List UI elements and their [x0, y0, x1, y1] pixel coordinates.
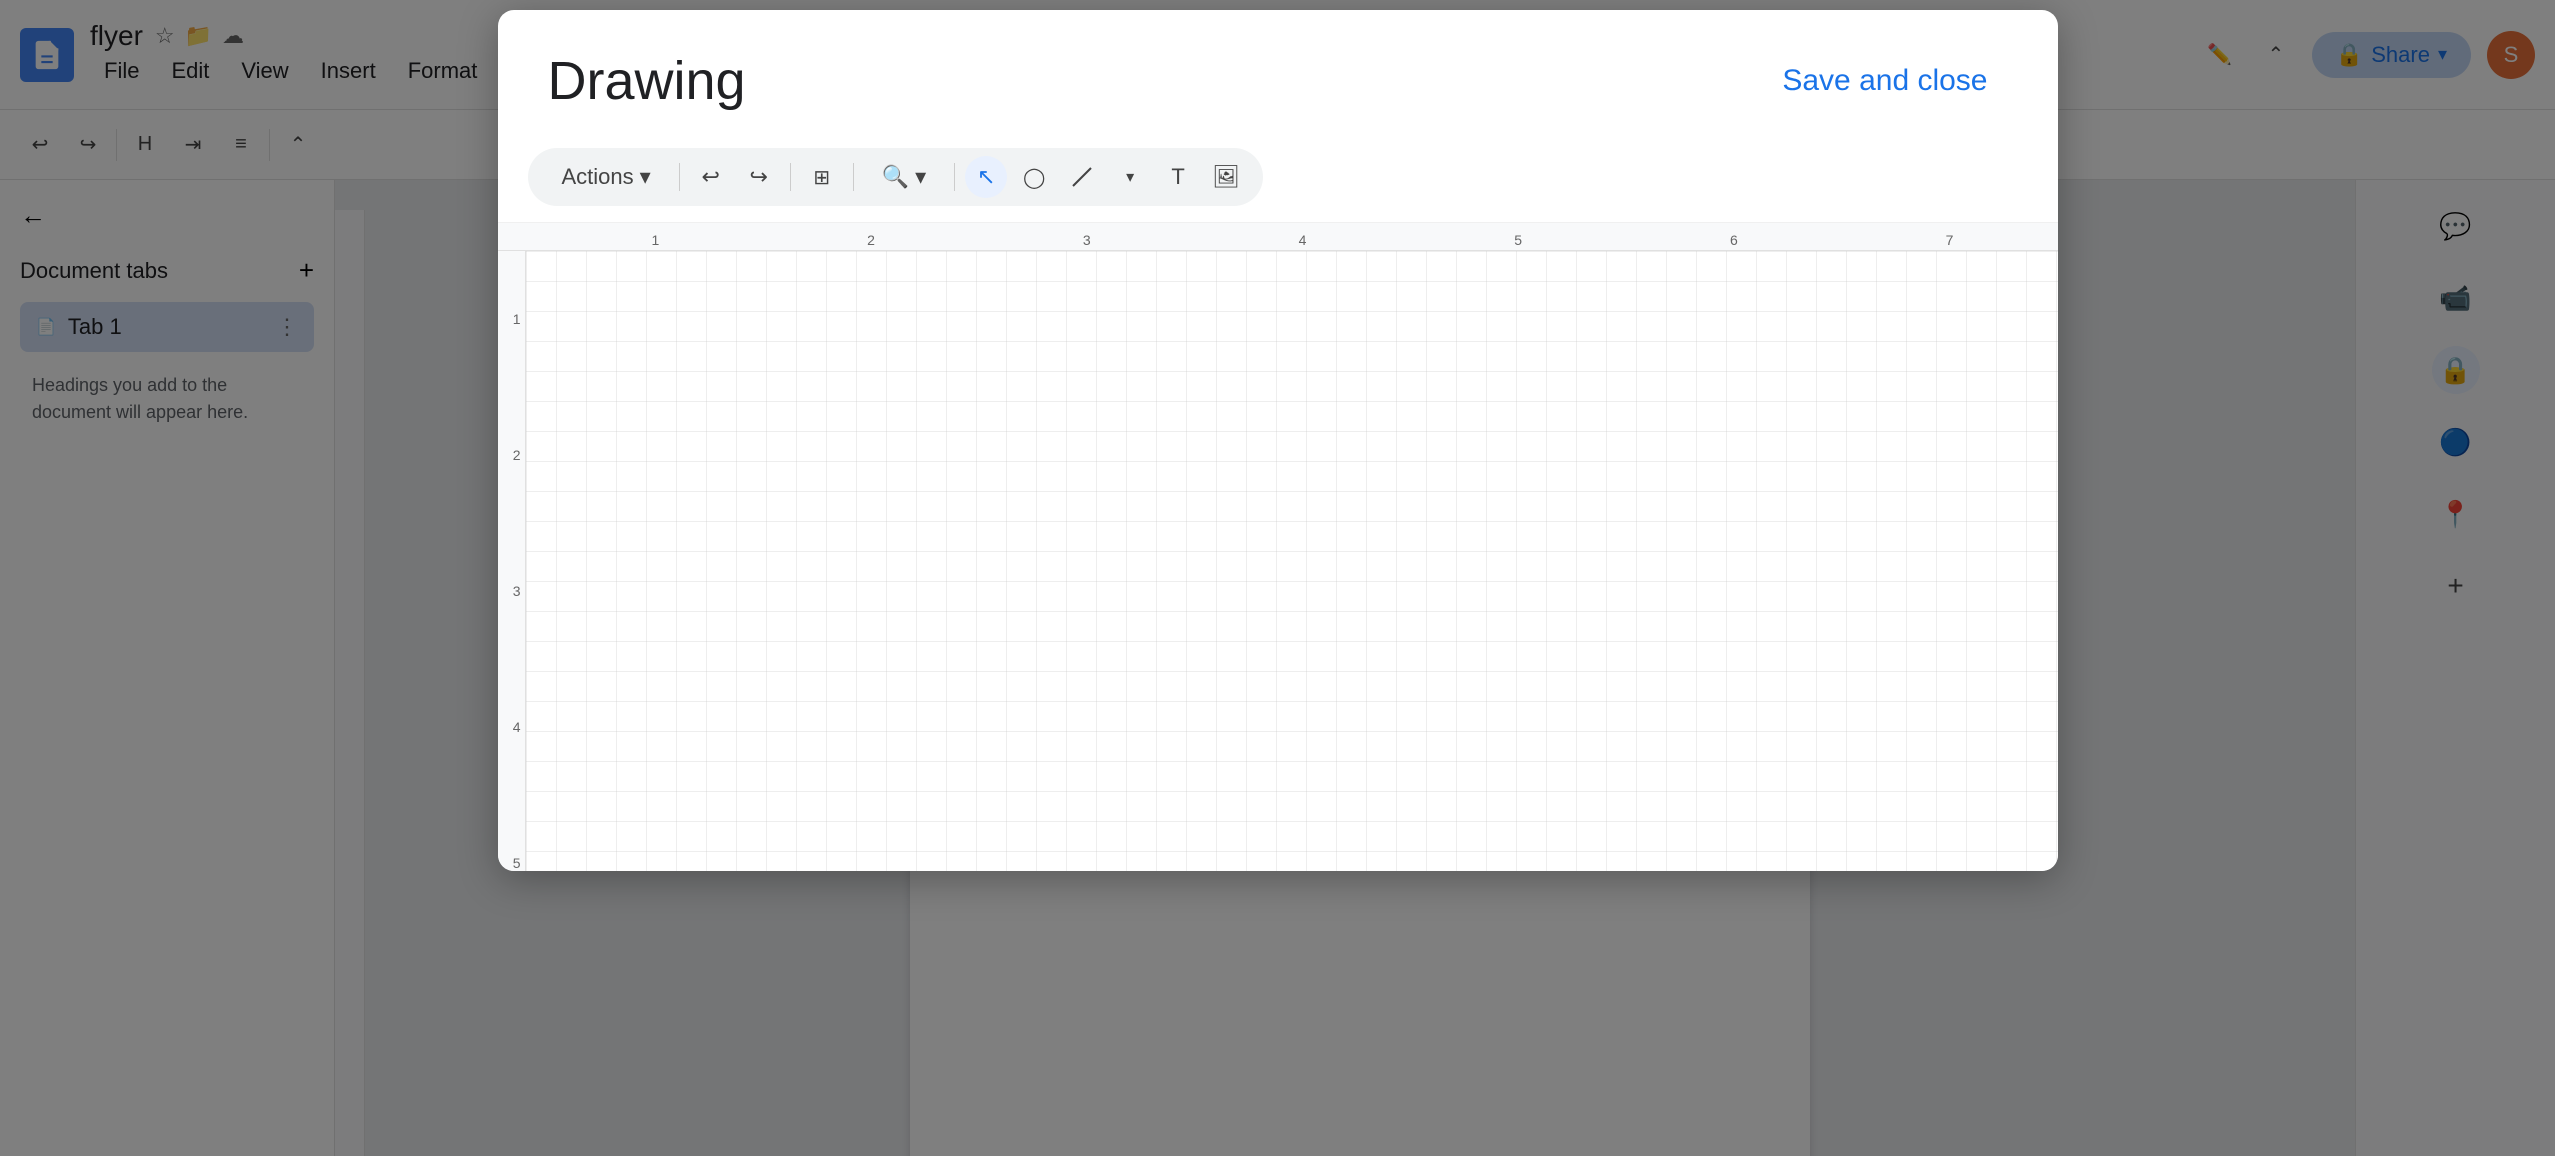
- shapes-btn[interactable]: ◯: [1013, 156, 1055, 198]
- ruler-mark-6: 6: [1730, 232, 1738, 248]
- zoom-icon: 🔍: [882, 164, 909, 190]
- v-ruler-4: 4: [513, 719, 521, 735]
- draw-undo-btn[interactable]: ↩: [690, 156, 732, 198]
- draw-zoom-arrow: ▾: [915, 164, 926, 190]
- ruler-mark-4: 4: [1299, 232, 1307, 248]
- save-close-button[interactable]: Save and close: [1762, 54, 2007, 108]
- image-tool-btn[interactable]: 🖼: [1205, 156, 1247, 198]
- ruler-mark-5: 5: [1514, 232, 1522, 248]
- v-ruler-3: 3: [513, 583, 521, 599]
- actions-dropdown[interactable]: Actions ▾: [544, 156, 669, 198]
- dt-sep2: [790, 163, 791, 191]
- draw-ruler-vertical: 1 2 3 4 5: [498, 251, 526, 871]
- draw-canvas-body: 1 2 3 4 5: [498, 251, 2058, 871]
- text-tool-btn[interactable]: T: [1157, 156, 1199, 198]
- draw-redo-btn[interactable]: ↪: [738, 156, 780, 198]
- modal-title: Drawing: [548, 50, 746, 112]
- ruler-mark-7: 7: [1946, 232, 1954, 248]
- v-ruler-1: 1: [513, 311, 521, 327]
- draw-ruler-horizontal: 1 2 3 4 5 6 7: [498, 223, 2058, 251]
- v-ruler-2: 2: [513, 447, 521, 463]
- ruler-mark-3: 3: [1083, 232, 1091, 248]
- ruler-mark-1: 1: [651, 232, 659, 248]
- ruler-mark-2: 2: [867, 232, 875, 248]
- line-tool-btn[interactable]: [1061, 156, 1103, 198]
- line-arrow-btn[interactable]: ▾: [1109, 156, 1151, 198]
- modal-header: Drawing Save and close: [498, 10, 2058, 132]
- dt-sep3: [853, 163, 854, 191]
- drawing-toolbar: Actions ▾ ↩ ↪ ⊞ 🔍 ▾ ↖: [498, 132, 2058, 223]
- drawing-canvas-container: 1 2 3 4 5 6 7 1 2 3: [498, 223, 2058, 871]
- select-all-btn[interactable]: ⊞: [801, 156, 843, 198]
- drawing-modal: Drawing Save and close Actions ▾ ↩ ↪ ⊞: [498, 10, 2058, 871]
- actions-arrow-icon: ▾: [640, 164, 651, 190]
- actions-label: Actions: [562, 164, 634, 190]
- dt-sep1: [679, 163, 680, 191]
- draw-canvas[interactable]: [526, 251, 2058, 871]
- cursor-tool-btn[interactable]: ↖: [965, 156, 1007, 198]
- draw-zoom-btn[interactable]: 🔍 ▾: [864, 156, 944, 198]
- draw-toolbar-inner: Actions ▾ ↩ ↪ ⊞ 🔍 ▾ ↖: [528, 148, 1264, 206]
- dt-sep4: [954, 163, 955, 191]
- modal-overlay: Drawing Save and close Actions ▾ ↩ ↪ ⊞: [0, 0, 2555, 1156]
- v-ruler-5: 5: [513, 855, 521, 871]
